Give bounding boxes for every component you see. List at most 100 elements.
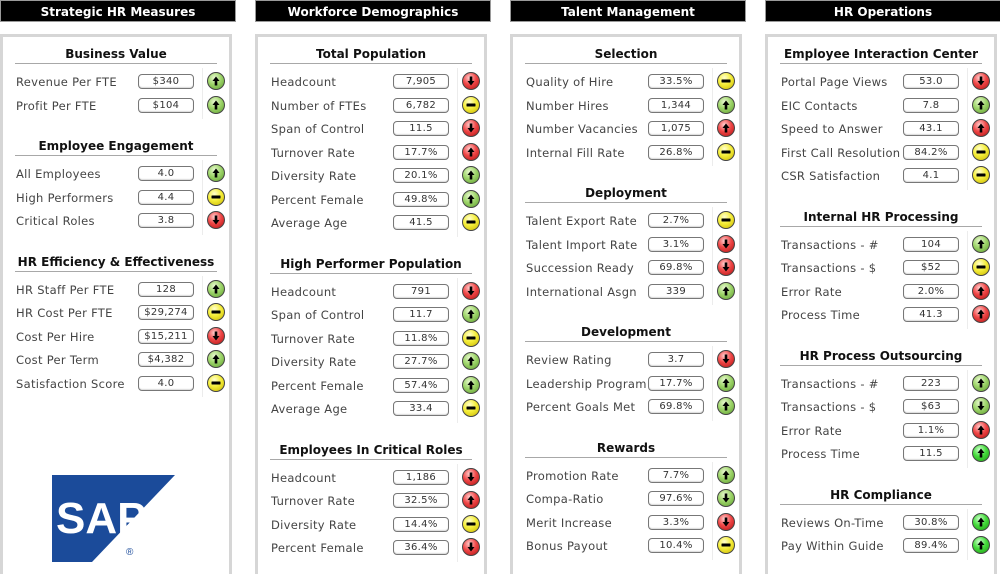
metric-row[interactable]: Turnover Rate 17.7%: [258, 142, 484, 167]
metric-value[interactable]: 20.1%: [393, 168, 449, 183]
metric-value[interactable]: 7,905: [393, 74, 449, 89]
metric-value[interactable]: 32.5%: [393, 493, 449, 508]
metric-value[interactable]: 11.8%: [393, 330, 449, 346]
metric-row[interactable]: Revenue Per FTE $340: [3, 72, 229, 96]
metric-row[interactable]: Transactions - # 223: [768, 373, 994, 398]
metric-row[interactable]: Process Time 11.5: [768, 444, 994, 468]
metric-row[interactable]: Average Age 33.4: [258, 399, 484, 423]
metric-row[interactable]: Reviews On-Time 30.8%: [768, 512, 994, 537]
metric-row[interactable]: Satisfaction Score 4.0: [3, 373, 229, 398]
metric-value[interactable]: 43.1: [903, 121, 959, 136]
metric-value[interactable]: $52: [903, 260, 959, 275]
metric-row[interactable]: Succession Ready 69.8%: [513, 258, 739, 282]
metric-row[interactable]: Profit Per FTE $104: [3, 95, 229, 120]
metric-value[interactable]: 6,782: [393, 97, 449, 113]
metric-value[interactable]: 69.8%: [648, 260, 704, 275]
metric-value[interactable]: 41.3: [903, 307, 959, 322]
metric-value[interactable]: 7.7%: [648, 467, 704, 483]
metric-row[interactable]: Error Rate 2.0%: [768, 281, 994, 306]
metric-row[interactable]: Span of Control 11.5: [258, 119, 484, 143]
metric-value[interactable]: 1,186: [393, 469, 449, 485]
metric-row[interactable]: Headcount 791: [258, 281, 484, 306]
metric-value[interactable]: 97.6%: [648, 491, 704, 506]
metric-value[interactable]: 33.4: [393, 401, 449, 416]
metric-value[interactable]: 11.5: [393, 121, 449, 136]
metric-value[interactable]: 53.0: [903, 74, 959, 89]
metric-value[interactable]: 57.4%: [393, 377, 449, 393]
metric-value[interactable]: 4.4: [138, 189, 194, 205]
metric-value[interactable]: $15,211: [138, 328, 194, 344]
metric-row[interactable]: Pay Within Guide 89.4%: [768, 536, 994, 560]
metric-row[interactable]: Portal Page Views 53.0: [768, 72, 994, 96]
metric-value[interactable]: 2.0%: [903, 283, 959, 299]
metric-value[interactable]: 223: [903, 375, 959, 391]
metric-row[interactable]: Percent Goals Met 69.8%: [513, 397, 739, 421]
metric-row[interactable]: Percent Female 49.8%: [258, 189, 484, 214]
metric-row[interactable]: All Employees 4.0: [3, 164, 229, 188]
metric-value[interactable]: 89.4%: [903, 538, 959, 553]
metric-value[interactable]: 11.5: [903, 446, 959, 461]
metric-value[interactable]: 1,075: [648, 121, 704, 136]
metric-row[interactable]: Cost Per Hire $15,211: [3, 326, 229, 351]
metric-value[interactable]: 3.7: [648, 352, 704, 367]
metric-value[interactable]: 4.1: [903, 168, 959, 183]
metric-row[interactable]: Compa-Ratio 97.6%: [513, 489, 739, 513]
metric-row[interactable]: Quality of Hire 33.5%: [513, 72, 739, 96]
metric-value[interactable]: 3.3%: [648, 514, 704, 530]
metric-value[interactable]: 128: [138, 281, 194, 297]
metric-value[interactable]: 17.7%: [648, 375, 704, 391]
metric-row[interactable]: Turnover Rate 11.8%: [258, 328, 484, 353]
metric-row[interactable]: Headcount 1,186: [258, 467, 484, 492]
metric-value[interactable]: 84.2%: [903, 144, 959, 160]
metric-value[interactable]: 30.8%: [903, 514, 959, 530]
metric-value[interactable]: 4.0: [138, 375, 194, 391]
metric-value[interactable]: 33.5%: [648, 74, 704, 89]
metric-row[interactable]: Review Rating 3.7: [513, 350, 739, 374]
metric-row[interactable]: Talent Export Rate 2.7%: [513, 211, 739, 235]
metric-row[interactable]: HR Cost Per FTE $29,274: [3, 303, 229, 327]
metric-row[interactable]: EIC Contacts 7.8: [768, 95, 994, 120]
metric-row[interactable]: Speed to Answer 43.1: [768, 119, 994, 143]
metric-value[interactable]: 27.7%: [393, 354, 449, 369]
metric-value[interactable]: 3.8: [138, 213, 194, 228]
metric-value[interactable]: 26.8%: [648, 144, 704, 160]
metric-value[interactable]: 791: [393, 283, 449, 299]
metric-row[interactable]: Transactions - $ $52: [768, 258, 994, 282]
metric-row[interactable]: International Asgn 339: [513, 281, 739, 306]
metric-row[interactable]: High Performers 4.4: [3, 187, 229, 212]
metric-value[interactable]: $104: [138, 97, 194, 113]
metric-value[interactable]: 17.7%: [393, 144, 449, 160]
metric-row[interactable]: Bonus Payout 10.4%: [513, 536, 739, 560]
metric-row[interactable]: Diversity Rate 14.4%: [258, 514, 484, 539]
metric-row[interactable]: Span of Control 11.7: [258, 305, 484, 329]
metric-value[interactable]: 49.8%: [393, 191, 449, 207]
metric-value[interactable]: $63: [903, 399, 959, 414]
metric-value[interactable]: 7.8: [903, 97, 959, 113]
metric-row[interactable]: Diversity Rate 20.1%: [258, 166, 484, 190]
metric-value[interactable]: 10.4%: [648, 538, 704, 553]
metric-row[interactable]: Transactions - $ $63: [768, 397, 994, 421]
metric-row[interactable]: Leadership Program 17.7%: [513, 373, 739, 398]
metric-row[interactable]: Promotion Rate 7.7%: [513, 465, 739, 490]
metric-value[interactable]: 104: [903, 236, 959, 252]
metric-row[interactable]: Turnover Rate 32.5%: [258, 491, 484, 515]
metric-value[interactable]: 69.8%: [648, 399, 704, 414]
metric-value[interactable]: 339: [648, 283, 704, 299]
metric-value[interactable]: 1.1%: [903, 422, 959, 438]
metric-value[interactable]: 11.7: [393, 307, 449, 322]
metric-value[interactable]: 1,344: [648, 97, 704, 113]
metric-row[interactable]: Cost Per Term $4,382: [3, 350, 229, 374]
metric-row[interactable]: Internal Fill Rate 26.8%: [513, 142, 739, 167]
metric-row[interactable]: Headcount 7,905: [258, 72, 484, 96]
metric-row[interactable]: Transactions - # 104: [768, 234, 994, 259]
metric-row[interactable]: HR Staff Per FTE 128: [3, 279, 229, 304]
metric-row[interactable]: Percent Female 36.4%: [258, 538, 484, 562]
metric-row[interactable]: CSR Satisfaction 4.1: [768, 166, 994, 190]
metric-row[interactable]: Diversity Rate 27.7%: [258, 352, 484, 376]
metric-row[interactable]: Talent Import Rate 3.1%: [513, 234, 739, 259]
metric-value[interactable]: 41.5: [393, 215, 449, 230]
metric-row[interactable]: First Call Resolution 84.2%: [768, 142, 994, 167]
metric-row[interactable]: Merit Increase 3.3%: [513, 512, 739, 537]
metric-value[interactable]: 3.1%: [648, 236, 704, 252]
metric-value[interactable]: $29,274: [138, 305, 194, 320]
